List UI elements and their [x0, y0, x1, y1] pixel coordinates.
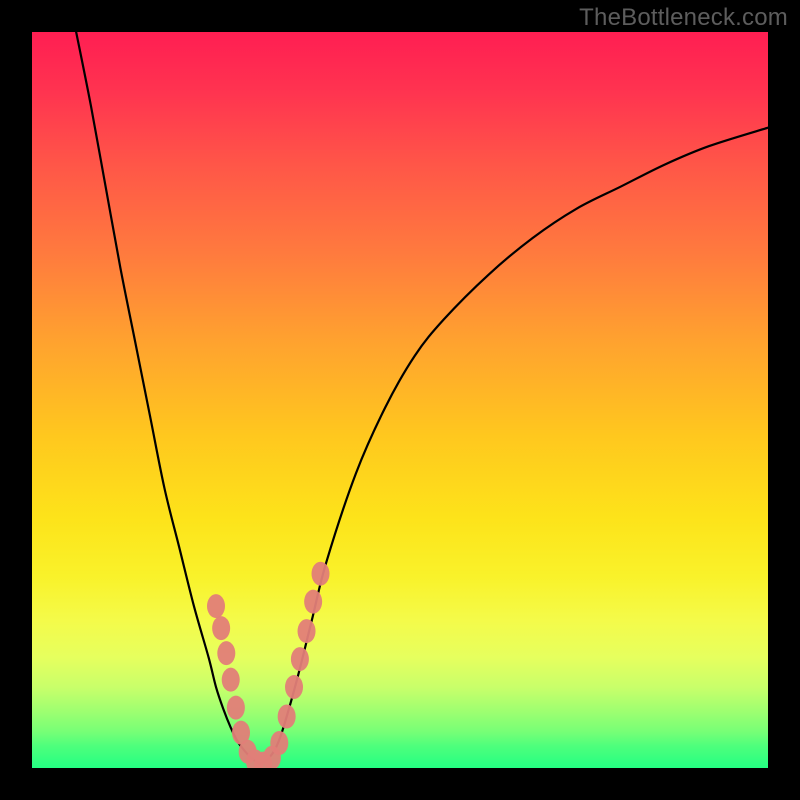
- data-marker: [278, 704, 296, 728]
- data-marker: [217, 641, 235, 665]
- data-marker: [312, 562, 330, 586]
- marker-group: [207, 562, 330, 768]
- data-marker: [285, 675, 303, 699]
- data-marker: [270, 731, 288, 755]
- data-marker: [227, 696, 245, 720]
- data-marker: [212, 616, 230, 640]
- curve-overlay: [32, 32, 768, 768]
- plot-area: [32, 32, 768, 768]
- data-marker: [298, 619, 316, 643]
- data-marker: [291, 647, 309, 671]
- chart-frame: TheBottleneck.com: [0, 0, 800, 800]
- right-branch-line: [260, 128, 768, 764]
- data-marker: [222, 668, 240, 692]
- data-marker: [207, 594, 225, 618]
- watermark-text: TheBottleneck.com: [579, 4, 788, 32]
- data-marker: [304, 590, 322, 614]
